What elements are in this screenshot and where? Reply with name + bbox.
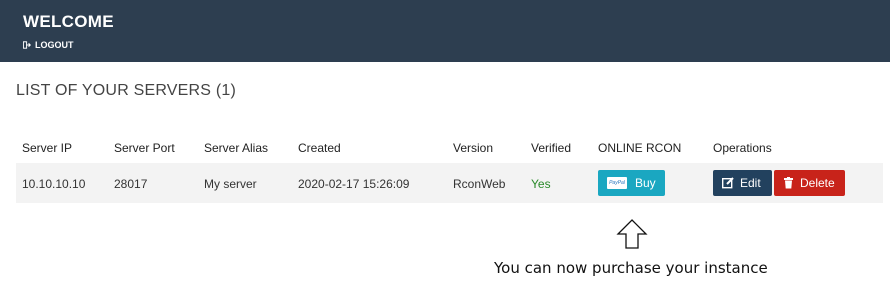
edit-label: Edit xyxy=(740,176,761,190)
purchase-note: You can now purchase your instance xyxy=(494,259,768,277)
top-header: WELCOME LOGOUT xyxy=(0,0,890,62)
logout-link[interactable]: LOGOUT xyxy=(23,40,74,50)
sign-out-icon xyxy=(23,41,31,49)
column-header-online-rcon: ONLINE RCON xyxy=(598,141,682,155)
column-header-version: Version xyxy=(453,141,494,155)
column-header-server-ip: Server IP xyxy=(22,141,73,155)
logout-label: LOGOUT xyxy=(35,40,74,50)
cell-server-port: 28017 xyxy=(114,177,148,191)
trash-icon xyxy=(784,177,793,189)
welcome-title: WELCOME xyxy=(23,12,114,31)
edit-icon xyxy=(722,177,734,189)
cell-server-ip: 10.10.10.10 xyxy=(22,177,86,191)
cell-verified: Yes xyxy=(531,177,551,191)
page-title: LIST OF YOUR SERVERS (1) xyxy=(16,82,236,99)
up-arrow-icon xyxy=(616,219,648,249)
delete-button[interactable]: Delete xyxy=(774,170,845,196)
paypal-icon: PayPal xyxy=(607,177,627,189)
column-header-verified: Verified xyxy=(531,141,572,155)
cell-server-alias: My server xyxy=(204,177,257,191)
delete-label: Delete xyxy=(800,176,835,190)
buy-button[interactable]: PayPal Buy xyxy=(598,170,665,196)
edit-button[interactable]: Edit xyxy=(713,170,772,196)
buy-label: Buy xyxy=(635,176,656,190)
column-header-operations: Operations xyxy=(713,141,772,155)
column-header-server-port: Server Port xyxy=(114,141,175,155)
cell-created: 2020-02-17 15:26:09 xyxy=(298,177,410,191)
column-header-server-alias: Server Alias xyxy=(204,141,269,155)
cell-version: RconWeb xyxy=(453,177,506,191)
column-header-created: Created xyxy=(298,141,341,155)
